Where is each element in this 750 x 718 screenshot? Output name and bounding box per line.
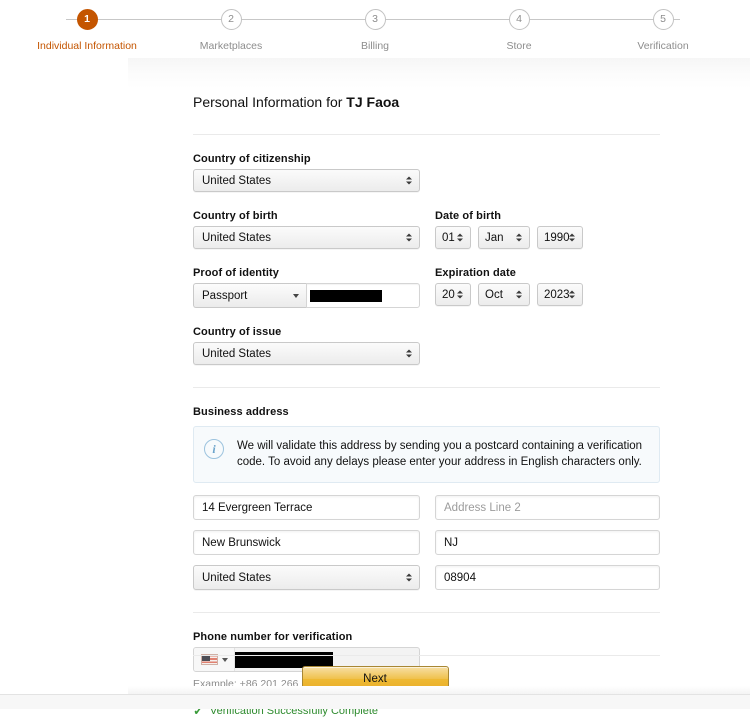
step-marketplaces[interactable]: 2 Marketplaces bbox=[170, 0, 292, 52]
step-label: Individual Information bbox=[37, 40, 137, 52]
proof-of-identity-type-select[interactable]: Passport bbox=[193, 283, 306, 308]
expiration-date-day-value: 20 bbox=[442, 289, 455, 301]
step-number-badge: 2 bbox=[221, 9, 242, 30]
chevron-updown-icon bbox=[405, 231, 413, 244]
step-number-badge: 3 bbox=[365, 9, 386, 30]
chevron-updown-icon bbox=[405, 571, 413, 584]
footer-shade bbox=[128, 686, 750, 694]
chevron-down-icon bbox=[222, 658, 228, 662]
state-wrap: NJ bbox=[435, 530, 660, 555]
postal-code-input[interactable]: 08904 bbox=[435, 565, 660, 590]
address-country-value: United States bbox=[202, 572, 271, 584]
address-divider bbox=[193, 387, 660, 388]
date-of-birth-day-select[interactable]: 01 bbox=[435, 226, 471, 249]
phone-label: Phone number for verification bbox=[193, 631, 660, 643]
page-title: Personal Information for TJ Faoa bbox=[193, 94, 660, 110]
redacted-value bbox=[310, 290, 382, 302]
step-verification[interactable]: 5 Verification bbox=[602, 0, 724, 52]
page-title-prefix: Personal Information for bbox=[193, 94, 346, 110]
form-content: Personal Information for TJ Faoa Country… bbox=[193, 58, 660, 717]
country-of-birth-group: Country of birth United States bbox=[193, 210, 420, 249]
proof-of-identity-label: Proof of identity bbox=[193, 267, 420, 279]
business-address-label: Business address bbox=[193, 406, 660, 418]
expiration-date-month-value: Oct bbox=[485, 289, 503, 301]
date-of-birth-month-value: Jan bbox=[485, 232, 504, 244]
country-of-birth-value: United States bbox=[202, 232, 271, 244]
country-of-citizenship-select[interactable]: United States bbox=[193, 169, 420, 192]
date-of-birth-year-select[interactable]: 1990 bbox=[537, 226, 583, 249]
address-fields: 14 Evergreen Terrace Address Line 2 New … bbox=[193, 495, 660, 590]
step-number-badge: 5 bbox=[653, 9, 674, 30]
country-of-issue-label: Country of issue bbox=[193, 326, 660, 338]
address-info-alert: i We will validate this address by sendi… bbox=[193, 426, 660, 483]
chevron-updown-icon bbox=[456, 288, 464, 301]
title-divider bbox=[193, 134, 660, 135]
address-line-2-wrap: Address Line 2 bbox=[435, 495, 660, 520]
chevron-updown-icon bbox=[568, 288, 576, 301]
date-of-birth-year-value: 1990 bbox=[544, 232, 570, 244]
expiration-date-group: Expiration date 20 Oct 2023 bbox=[435, 267, 583, 308]
address-info-text: We will validate this address by sending… bbox=[237, 438, 647, 470]
step-number-badge: 1 bbox=[77, 9, 98, 30]
chevron-updown-icon bbox=[568, 231, 576, 244]
page-title-name: TJ Faoa bbox=[346, 94, 399, 110]
date-of-birth-day-value: 01 bbox=[442, 232, 455, 244]
step-billing[interactable]: 3 Billing bbox=[314, 0, 436, 52]
citizenship-section: Country of citizenship United States bbox=[193, 153, 660, 192]
business-address-section: Business address i We will validate this… bbox=[193, 406, 660, 590]
date-of-birth-month-select[interactable]: Jan bbox=[478, 226, 530, 249]
progress-stepper: 1 Individual Information 2 Marketplaces … bbox=[0, 0, 750, 58]
expiration-date-year-select[interactable]: 2023 bbox=[537, 283, 583, 306]
identity-section: Proof of identity Passport Expiration da… bbox=[193, 267, 660, 308]
state-input[interactable]: NJ bbox=[435, 530, 660, 555]
expiration-date-day-select[interactable]: 20 bbox=[435, 283, 471, 306]
proof-of-identity-group: Proof of identity Passport bbox=[193, 267, 420, 308]
country-of-birth-label: Country of birth bbox=[193, 210, 420, 222]
step-store[interactable]: 4 Store bbox=[458, 0, 580, 52]
proof-of-identity-type-value: Passport bbox=[202, 290, 247, 302]
expiration-date-year-value: 2023 bbox=[544, 289, 570, 301]
step-label: Store bbox=[506, 40, 531, 52]
phone-divider bbox=[193, 612, 660, 613]
date-of-birth-label: Date of birth bbox=[435, 210, 583, 222]
chevron-updown-icon bbox=[405, 347, 413, 360]
address-row-2: New Brunswick NJ bbox=[193, 530, 660, 555]
address-country-select[interactable]: United States bbox=[193, 565, 420, 590]
postal-code-wrap: 08904 bbox=[435, 565, 660, 590]
chevron-updown-icon bbox=[405, 174, 413, 187]
country-of-citizenship-value: United States bbox=[202, 175, 271, 187]
expiration-date-month-select[interactable]: Oct bbox=[478, 283, 530, 306]
date-of-birth-group: Date of birth 01 Jan 1990 bbox=[435, 210, 583, 249]
address-line-2-input[interactable]: Address Line 2 bbox=[435, 495, 660, 520]
info-icon: i bbox=[204, 439, 224, 459]
expiration-date-label: Expiration date bbox=[435, 267, 583, 279]
address-line-1-input[interactable]: 14 Evergreen Terrace bbox=[193, 495, 420, 520]
step-label: Billing bbox=[361, 40, 389, 52]
step-label: Verification bbox=[637, 40, 688, 52]
country-of-issue-select[interactable]: United States bbox=[193, 342, 420, 365]
proof-of-identity-combo: Passport bbox=[193, 283, 420, 308]
step-individual-information[interactable]: 1 Individual Information bbox=[26, 0, 148, 52]
country-of-birth-select[interactable]: United States bbox=[193, 226, 420, 249]
footer-divider bbox=[193, 655, 660, 656]
chevron-updown-icon bbox=[515, 231, 523, 244]
country-of-citizenship-label: Country of citizenship bbox=[193, 153, 660, 165]
footer-bar bbox=[0, 694, 750, 709]
chevron-down-icon bbox=[293, 294, 299, 298]
birth-section: Country of birth United States Date of b… bbox=[193, 210, 660, 249]
step-label: Marketplaces bbox=[200, 40, 262, 52]
chevron-updown-icon bbox=[456, 231, 464, 244]
address-row-3: United States 08904 bbox=[193, 565, 660, 590]
country-of-issue-section: Country of issue United States bbox=[193, 326, 660, 365]
address-row-1: 14 Evergreen Terrace Address Line 2 bbox=[193, 495, 660, 520]
city-input[interactable]: New Brunswick bbox=[193, 530, 420, 555]
proof-of-identity-number-input[interactable] bbox=[306, 283, 420, 308]
chevron-updown-icon bbox=[515, 288, 523, 301]
country-of-issue-value: United States bbox=[202, 348, 271, 360]
step-number-badge: 4 bbox=[509, 9, 530, 30]
